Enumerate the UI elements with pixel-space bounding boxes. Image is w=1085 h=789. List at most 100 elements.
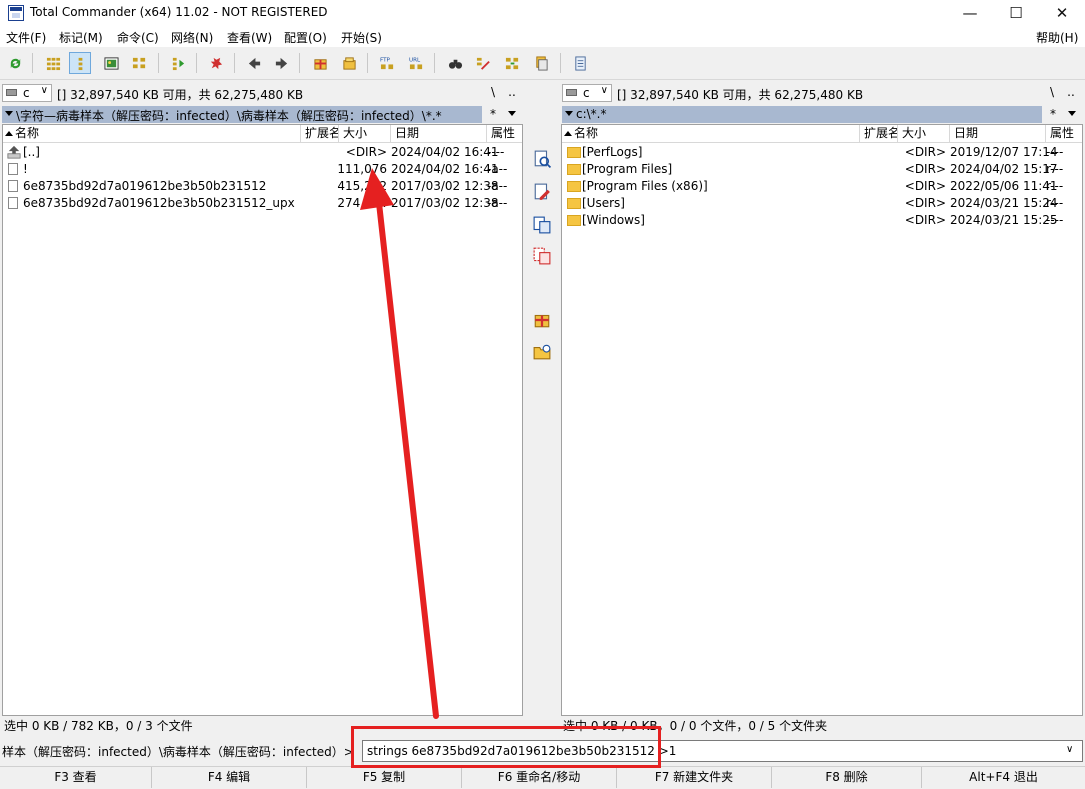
tree-icon xyxy=(132,57,145,68)
url-icon: URL xyxy=(409,57,422,69)
menu-mark[interactable]: 标记(M) xyxy=(59,29,103,46)
right-path-bar[interactable]: c:\*.* xyxy=(562,106,1042,123)
sync-dirs-button[interactable] xyxy=(501,52,523,74)
pack-files-button[interactable] xyxy=(309,52,331,74)
view-file-icon[interactable] xyxy=(533,150,551,168)
left-up-button[interactable]: .. xyxy=(505,85,519,99)
left-status: 选中 0 KB / 782 KB，0 / 3 个文件 xyxy=(4,719,193,733)
left-file-date: 2024/04/02 16:41 xyxy=(391,145,499,159)
right-file-size: <DIR> xyxy=(904,145,946,159)
left-path-bar[interactable]: \字符—病毒样本（解压密码：infected）\病毒样本（解压密码：infect… xyxy=(2,106,482,123)
svg-text:FTP: FTP xyxy=(380,57,391,63)
left-file-row[interactable]: 6e8735bd92d7a019612be3b50b231512 415,232 2… xyxy=(3,178,522,195)
f5-copy-button[interactable]: F5 复制 xyxy=(307,767,462,788)
chevron-down-icon xyxy=(1068,111,1076,116)
f4-edit-button[interactable]: F4 编辑 xyxy=(152,767,307,788)
annotation-highlight-box xyxy=(351,726,661,768)
menu-start[interactable]: 开始(S) xyxy=(341,29,382,46)
ftp-connect-button[interactable]: FTP xyxy=(376,52,398,74)
notepad-button[interactable] xyxy=(569,52,591,74)
right-file-panel[interactable]: 名称 扩展名 大小 日期 属性 [PerfLogs] <DIR> 2019/12/0… xyxy=(561,124,1083,716)
alt-f4-exit-button[interactable]: Alt+F4 退出 xyxy=(922,767,1085,788)
left-col-attr[interactable]: 属性 xyxy=(487,125,522,143)
right-filter[interactable]: * xyxy=(1044,106,1082,123)
left-file-row[interactable]: [..] <DIR> 2024/04/02 16:41 ---- xyxy=(3,144,522,161)
sort-up-icon xyxy=(564,131,572,136)
right-col-size[interactable]: 大小 xyxy=(898,125,950,143)
left-file-row[interactable]: ! 111,076 2024/04/02 16:41 -a-- xyxy=(3,161,522,178)
right-up-button[interactable]: .. xyxy=(1064,85,1078,99)
url-connect-button[interactable]: URL xyxy=(405,52,427,74)
right-file-row[interactable]: [Program Files] <DIR> 2024/04/02 15:17 r--- xyxy=(562,161,1082,178)
f7-new-folder-button[interactable]: F7 新建文件夹 xyxy=(617,767,772,788)
menu-net[interactable]: 网络(N) xyxy=(171,29,213,46)
refresh-button[interactable] xyxy=(4,52,26,74)
left-col-size[interactable]: 大小 xyxy=(339,125,391,143)
thumbnail-view-button[interactable] xyxy=(100,52,122,74)
left-col-name-label: 名称 xyxy=(15,126,40,140)
left-col-name[interactable]: 名称 xyxy=(3,125,301,143)
archive-unpack-icon xyxy=(342,56,356,70)
right-col-attr[interactable]: 属性 xyxy=(1046,125,1082,143)
left-filter[interactable]: * xyxy=(484,106,522,123)
right-file-row[interactable]: [Windows] <DIR> 2024/03/21 15:25 ---- xyxy=(562,212,1082,229)
command-history-dropdown[interactable]: ∨ xyxy=(1066,744,1073,755)
toolbar-separator xyxy=(434,53,435,73)
edit-file-icon[interactable] xyxy=(533,183,551,201)
menu-configuration[interactable]: 配置(O) xyxy=(284,29,327,46)
folder-icon xyxy=(567,164,581,175)
tree-view-button[interactable] xyxy=(128,52,150,74)
right-root-button[interactable]: \ xyxy=(1045,85,1059,99)
menu-file[interactable]: 文件(F) xyxy=(6,29,46,46)
back-button[interactable] xyxy=(243,52,265,74)
toolbar-separator xyxy=(158,53,159,73)
maximize-button[interactable]: ☐ xyxy=(993,0,1039,26)
pack-archive-icon[interactable] xyxy=(533,311,551,329)
left-col-ext[interactable]: 扩展名 xyxy=(301,125,339,143)
minimize-button[interactable]: — xyxy=(947,0,993,26)
drive-icon xyxy=(566,89,577,96)
right-file-row[interactable]: [Program Files (x86)] <DIR> 2022/05/06 11:… xyxy=(562,178,1082,195)
folder-icon xyxy=(567,181,581,192)
f3-view-button[interactable]: F3 查看 xyxy=(0,767,152,788)
left-col-date[interactable]: 日期 xyxy=(391,125,487,143)
f8-delete-button[interactable]: F8 删除 xyxy=(772,767,922,788)
pack-button[interactable] xyxy=(204,52,226,74)
menu-help[interactable]: 帮助(H) xyxy=(1036,29,1078,46)
new-folder-icon[interactable] xyxy=(533,343,551,361)
forward-button[interactable] xyxy=(270,52,292,74)
left-file-date: 2017/03/02 12:38 xyxy=(391,179,499,193)
close-button[interactable]: ✕ xyxy=(1039,0,1085,26)
right-file-name: [Windows] xyxy=(582,213,645,227)
left-file-name: [..] xyxy=(23,145,40,159)
file-icon xyxy=(8,180,18,192)
menu-show[interactable]: 查看(W) xyxy=(227,29,272,46)
copy-file-icon[interactable] xyxy=(533,216,551,234)
app-icon xyxy=(8,5,24,21)
invert-selection-button[interactable] xyxy=(167,52,189,74)
left-file-date: 2017/03/02 12:38 xyxy=(391,196,499,210)
compare-files-button[interactable] xyxy=(530,52,552,74)
right-file-row[interactable]: [PerfLogs] <DIR> 2019/12/07 17:14 ---- xyxy=(562,144,1082,161)
right-col-name[interactable]: 名称 xyxy=(562,125,860,143)
search-button[interactable] xyxy=(444,52,466,74)
right-col-date[interactable]: 日期 xyxy=(950,125,1046,143)
full-view-button[interactable] xyxy=(69,52,91,74)
left-drive-selector[interactable]: c ∨ xyxy=(2,84,52,102)
brief-view-button[interactable] xyxy=(42,52,64,74)
right-file-attr: r--- xyxy=(1046,196,1064,210)
toolbar-separator xyxy=(32,53,33,73)
left-root-button[interactable]: \ xyxy=(486,85,500,99)
multi-rename-button[interactable] xyxy=(472,52,494,74)
left-file-panel[interactable]: 名称 扩展名 大小 日期 属性 [..] <DIR> 2024/04/02 16:4… xyxy=(2,124,523,716)
menu-commands[interactable]: 命令(C) xyxy=(117,29,159,46)
unpack-files-button[interactable] xyxy=(338,52,360,74)
left-file-row[interactable]: 6e8735bd92d7a019612be3b50b231512_upx 274,… xyxy=(3,195,522,212)
f6-rename-move-button[interactable]: F6 重命名/移动 xyxy=(462,767,617,788)
right-file-date: 2019/12/07 17:14 xyxy=(950,145,1058,159)
right-file-row[interactable]: [Users] <DIR> 2024/03/21 15:24 r--- xyxy=(562,195,1082,212)
left-file-name: 6e8735bd92d7a019612be3b50b231512 xyxy=(23,179,267,193)
right-col-ext[interactable]: 扩展名 xyxy=(860,125,898,143)
right-drive-selector[interactable]: c ∨ xyxy=(562,84,612,102)
move-file-icon[interactable] xyxy=(533,247,551,265)
